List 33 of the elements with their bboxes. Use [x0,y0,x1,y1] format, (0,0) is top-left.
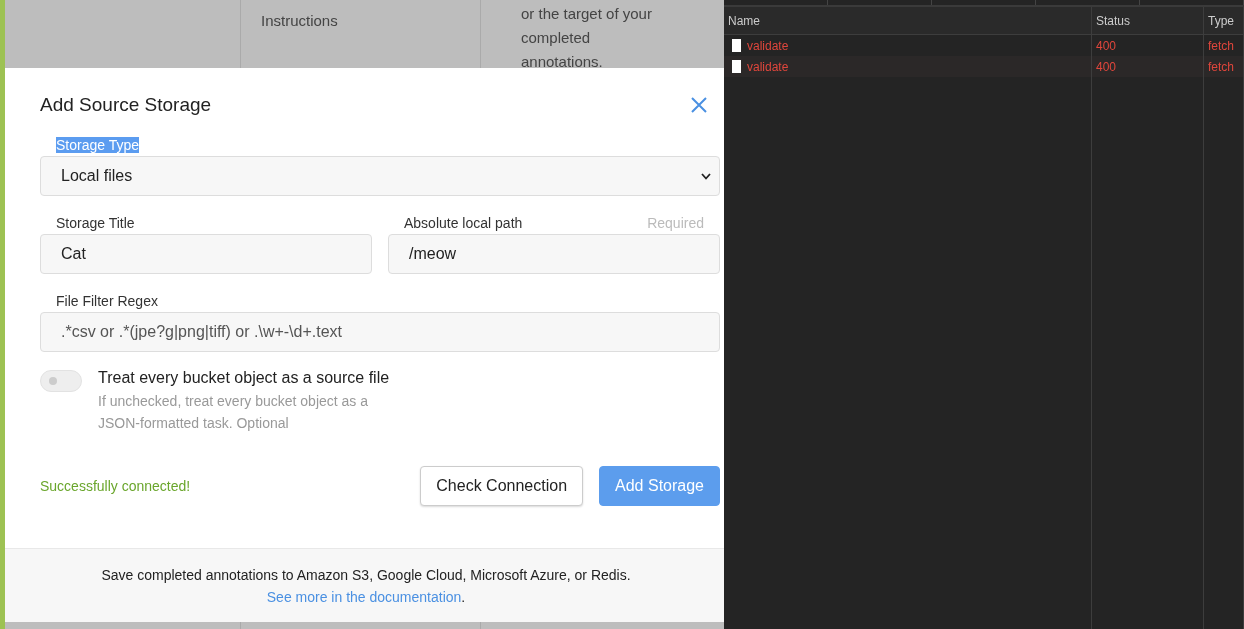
request-name[interactable]: validate [747,59,789,74]
document-icon [732,60,741,73]
column-header[interactable]: Type [1204,7,1244,34]
footer-text: Save completed annotations to Amazon S3, Google Cloud, Microsoft Azure, or Redis. [101,566,631,583]
column-header[interactable]: Name [724,7,1092,34]
description-text: or the target of your [521,4,653,24]
description-text: annotations. [521,52,604,72]
document-icon [732,39,741,52]
required-note: Required [647,215,704,231]
request-name[interactable]: validate [747,38,789,53]
text-field[interactable]: /meow [388,234,720,274]
field-label: Absolute local path [404,215,523,231]
check-connection-button[interactable]: Check Connection [420,466,584,506]
footer-text: . [461,588,466,605]
text-field[interactable]: Cat [40,234,372,274]
status-message: Successfully connected! [40,478,191,494]
column-header[interactable]: Status [1092,7,1204,34]
select-value: Local files [61,167,133,185]
toggle-switch[interactable] [40,370,82,392]
close-icon[interactable] [690,96,708,114]
storage-type-select[interactable]: Local files [40,156,720,196]
regex-field[interactable]: .*csv or .*(jpe?g|png|tiff) or .\w+-\d+.text [40,312,720,352]
toggle-label: Treat every bucket object as a source file [98,369,391,387]
description-text: completed [521,28,592,48]
modal-title: Add Source Storage [40,94,212,116]
field-label: Storage Type [56,137,140,153]
chevron-icon [701,172,711,180]
help-text: If unchecked, treat every bucket object as a JSON-formatted task. Optional [98,392,370,433]
table-cell: fetch [1204,56,1244,77]
field-label: File Filter Regex [56,293,158,309]
nav-item[interactable]: Instructions [261,12,460,29]
field-label: Storage Title [56,215,135,231]
table-cell: 400 [1092,56,1204,77]
